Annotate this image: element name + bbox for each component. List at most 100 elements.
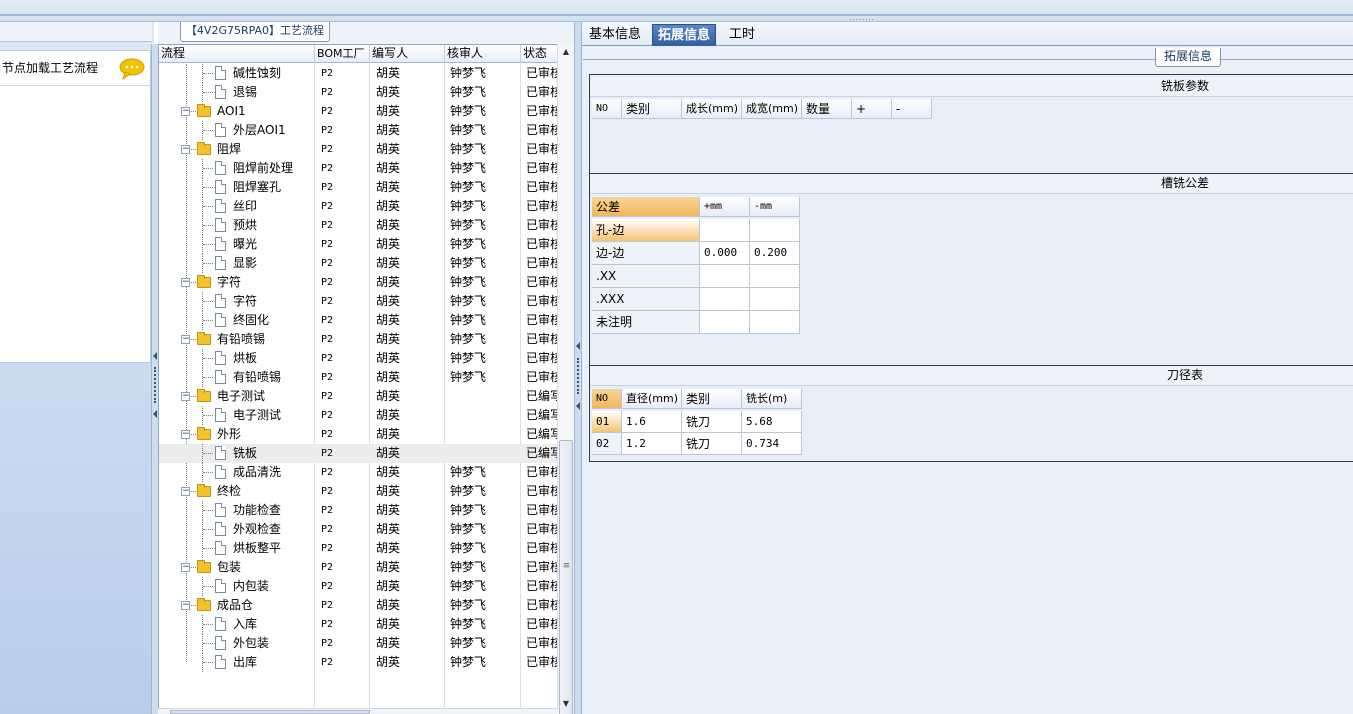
col-header-status[interactable]: 状态	[521, 45, 557, 63]
tolerance-label[interactable]: .XXX	[592, 288, 700, 311]
collapse-left-icon[interactable]	[576, 402, 580, 410]
right-splitter[interactable]	[574, 22, 582, 714]
remove-row-button[interactable]: -	[892, 99, 932, 119]
table-row[interactable]: 碱性蚀刻 P2 胡英 钟梦飞 已审核	[159, 64, 557, 83]
writer: 胡英	[376, 370, 401, 384]
table-row[interactable]: − AOI1 P2 胡英 钟梦飞 已审核	[159, 102, 557, 121]
tolerance-label[interactable]: 边-边	[592, 242, 700, 265]
table-row[interactable]: 有铅喷锡 P2 胡英 钟梦飞 已审核	[159, 368, 557, 387]
tab-extended-info[interactable]: 拓展信息	[652, 24, 717, 46]
col-header-process[interactable]: 流程	[159, 45, 315, 63]
table-row[interactable]: 外观检查 P2 胡英 钟梦飞 已审核	[159, 520, 557, 539]
vertical-scrollbar[interactable]: ▲ ≡ ▼	[557, 44, 574, 714]
node-load-process-label[interactable]: 节点加载工艺流程	[2, 59, 98, 76]
horizontal-scrollbar[interactable]	[158, 708, 558, 714]
table-row[interactable]: − 包装 P2 胡英 钟梦飞 已审核	[159, 558, 557, 577]
collapse-toggle-icon[interactable]: −	[181, 335, 190, 344]
status: 已审核	[526, 66, 557, 80]
table-row[interactable]: 烘板 P2 胡英 钟梦飞 已审核	[159, 349, 557, 368]
collapse-toggle-icon[interactable]: −	[181, 107, 190, 116]
collapse-toggle-icon[interactable]: −	[181, 487, 190, 496]
collapse-left-icon[interactable]	[576, 342, 580, 350]
table-row[interactable]: 外层AOI1 P2 胡英 钟梦飞 已审核	[159, 121, 557, 140]
collapse-left-icon[interactable]	[153, 410, 157, 418]
horizontal-scrollbar-thumb[interactable]	[170, 710, 370, 714]
table-row[interactable]: 入库 P2 胡英 钟梦飞 已审核	[159, 615, 557, 634]
table-row[interactable]: 显影 P2 胡英 钟梦飞 已审核	[159, 254, 557, 273]
col-header-reviewer[interactable]: 核审人	[445, 45, 521, 63]
tree-connector	[203, 358, 213, 359]
plus-tolerance-input[interactable]	[700, 265, 750, 288]
process-name: 外形	[217, 427, 242, 441]
minus-tolerance-input[interactable]	[750, 288, 800, 311]
minus-tolerance-input[interactable]	[750, 219, 800, 242]
tool-no[interactable]: 02	[592, 433, 622, 455]
table-row[interactable]: 预烘 P2 胡英 钟梦飞 已审核	[159, 216, 557, 235]
plus-tolerance-input[interactable]	[700, 288, 750, 311]
scroll-up-arrow-icon[interactable]: ▲	[558, 44, 574, 60]
tool-mill-length[interactable]: 5.68	[742, 411, 802, 433]
tolerance-label[interactable]: 孔-边	[592, 219, 700, 242]
reviewer	[450, 406, 518, 425]
table-row[interactable]: 终固化 P2 胡英 钟梦飞 已审核	[159, 311, 557, 330]
splitter-grip[interactable]	[577, 358, 579, 394]
table-row[interactable]: − 有铅喷锡 P2 胡英 钟梦飞 已审核	[159, 330, 557, 349]
tab-work-hours[interactable]: 工时	[724, 24, 760, 46]
top-splitter-grip[interactable]: ........	[830, 15, 894, 22]
splitter-grip[interactable]	[154, 367, 156, 403]
minus-tolerance-input[interactable]	[750, 265, 800, 288]
scrollbar-thumb[interactable]: ≡	[559, 440, 573, 714]
plus-tolerance-input[interactable]: 0.000	[700, 242, 750, 265]
tool-diameter[interactable]: 1.2	[622, 433, 682, 455]
collapse-toggle-icon[interactable]: −	[181, 563, 190, 572]
table-row[interactable]: − 外形 P2 胡英 已编写	[159, 425, 557, 444]
table-row[interactable]: 阻焊前处理 P2 胡英 钟梦飞 已审核	[159, 159, 557, 178]
tab-basic-info[interactable]: 基本信息	[584, 24, 646, 46]
tolerance-label[interactable]: .XX	[592, 265, 700, 288]
collapse-toggle-icon[interactable]: −	[181, 430, 190, 439]
tolerance-label[interactable]: 未注明	[592, 311, 700, 334]
table-row[interactable]: − 终检 P2 胡英 钟梦飞 已审核	[159, 482, 557, 501]
table-row[interactable]: 铣板 P2 胡英 已编写	[159, 444, 557, 463]
tool-mill-length[interactable]: 0.734	[742, 433, 802, 455]
table-row[interactable]: 曝光 P2 胡英 钟梦飞 已审核	[159, 235, 557, 254]
speech-bubble-icon[interactable]	[119, 58, 145, 80]
collapse-toggle-icon[interactable]: −	[181, 278, 190, 287]
add-row-button[interactable]: +	[852, 99, 892, 119]
table-row[interactable]: − 阻焊 P2 胡英 钟梦飞 已审核	[159, 140, 557, 159]
table-row[interactable]: 退锡 P2 胡英 钟梦飞 已审核	[159, 83, 557, 102]
tree-connector	[203, 586, 213, 587]
plus-tolerance-input[interactable]	[700, 219, 750, 242]
table-row[interactable]: − 电子测试 P2 胡英 已编写	[159, 387, 557, 406]
collapse-toggle-icon[interactable]: −	[181, 601, 190, 610]
minus-tolerance-input[interactable]: 0.200	[750, 242, 800, 265]
table-row[interactable]: 成品清洗 P2 胡英 钟梦飞 已审核	[159, 463, 557, 482]
table-row[interactable]: 电子测试 P2 胡英 已编写	[159, 406, 557, 425]
table-row[interactable]: 字符 P2 胡英 钟梦飞 已审核	[159, 292, 557, 311]
table-row[interactable]: − 字符 P2 胡英 钟梦飞 已审核	[159, 273, 557, 292]
plus-tolerance-input[interactable]	[700, 311, 750, 334]
tool-type[interactable]: 铣刀	[682, 411, 742, 433]
scroll-down-arrow-icon[interactable]: ▼	[558, 696, 574, 712]
table-row[interactable]: 功能检查 P2 胡英 钟梦飞 已审核	[159, 501, 557, 520]
left-splitter[interactable]	[151, 44, 158, 714]
table-row[interactable]: 丝印 P2 胡英 钟梦飞 已审核	[159, 197, 557, 216]
col-header-bom[interactable]: BOM工厂	[315, 45, 370, 63]
table-row[interactable]: 烘板整平 P2 胡英 钟梦飞 已审核	[159, 539, 557, 558]
process-tree-grid[interactable]: 流程 BOM工厂 编写人 核审人 状态 碱性蚀刻P2胡英钟梦飞已审核退锡P2胡英…	[158, 44, 558, 714]
collapse-left-icon[interactable]	[153, 352, 157, 360]
collapse-toggle-icon[interactable]: −	[181, 145, 190, 154]
collapse-toggle-icon[interactable]: −	[181, 392, 190, 401]
document-icon	[215, 370, 226, 384]
tool-diameter[interactable]: 1.6	[622, 411, 682, 433]
tool-no[interactable]: 01	[592, 411, 622, 433]
table-row[interactable]: 外包装 P2 胡英 钟梦飞 已审核	[159, 634, 557, 653]
tool-type[interactable]: 铣刀	[682, 433, 742, 455]
table-row[interactable]: 阻焊塞孔 P2 胡英 钟梦飞 已审核	[159, 178, 557, 197]
table-row[interactable]: 出库 P2 胡英 钟梦飞 已审核	[159, 653, 557, 672]
table-row[interactable]: 内包装 P2 胡英 钟梦飞 已审核	[159, 577, 557, 596]
col-header-writer[interactable]: 编写人	[370, 45, 445, 63]
top-toolbar-strip	[0, 0, 1353, 22]
minus-tolerance-input[interactable]	[750, 311, 800, 334]
table-row[interactable]: − 成品仓 P2 胡英 钟梦飞 已审核	[159, 596, 557, 615]
